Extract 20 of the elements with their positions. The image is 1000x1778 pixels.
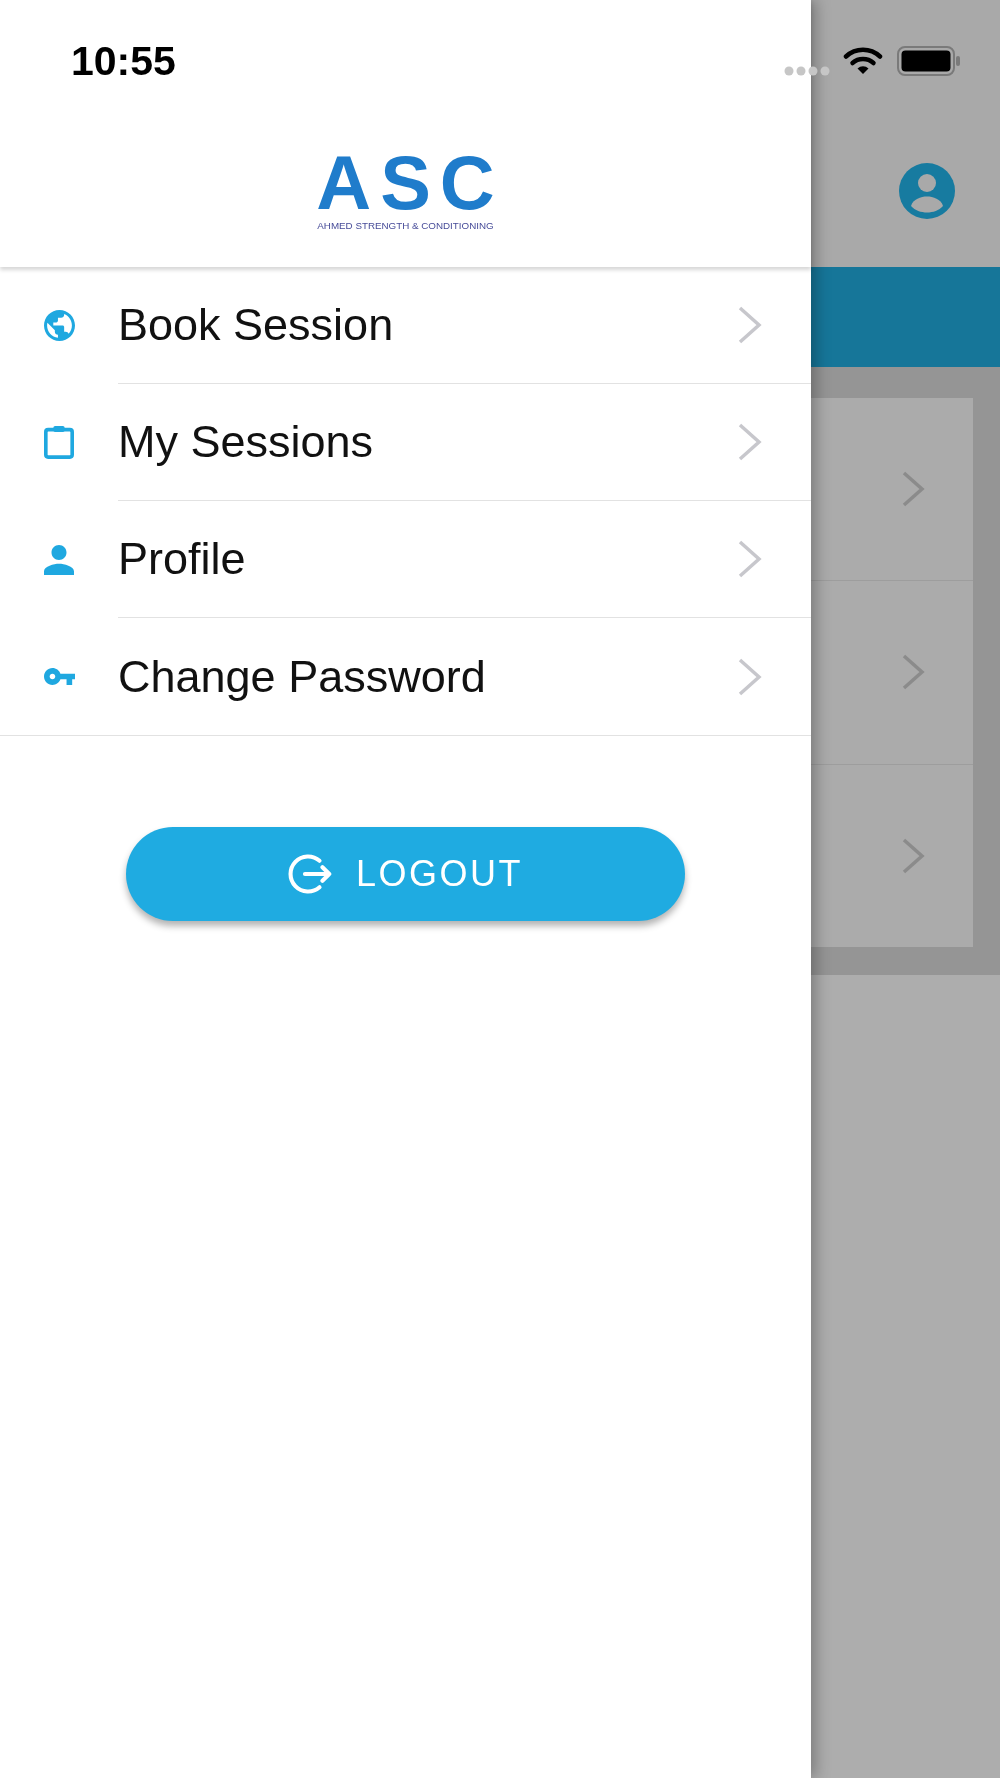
chevron-icon <box>737 305 763 345</box>
chevron-icon <box>737 422 763 462</box>
status-time: 10:55 <box>71 40 176 82</box>
menu-item[interactable]: Book Session <box>0 267 811 384</box>
signal-dots-icon <box>784 66 830 76</box>
person-icon <box>44 544 74 575</box>
wifi-icon <box>843 47 883 75</box>
menu-item[interactable]: Change Password <box>0 618 811 735</box>
logout-icon <box>288 854 332 894</box>
logo-tagline: AHMED STRENGTH & CONDITIONING <box>317 221 494 231</box>
menu-item[interactable]: Profile <box>0 501 811 618</box>
globe-icon <box>43 310 75 341</box>
key-icon <box>43 668 75 685</box>
chevron-icon <box>737 539 763 579</box>
logo-wordmark: ASC <box>315 145 504 222</box>
chevron-icon <box>737 656 763 697</box>
menu-item[interactable]: My Sessions <box>0 384 811 501</box>
account-icon[interactable] <box>899 163 955 219</box>
clipboard-icon <box>44 426 74 459</box>
battery-icon <box>897 46 961 76</box>
